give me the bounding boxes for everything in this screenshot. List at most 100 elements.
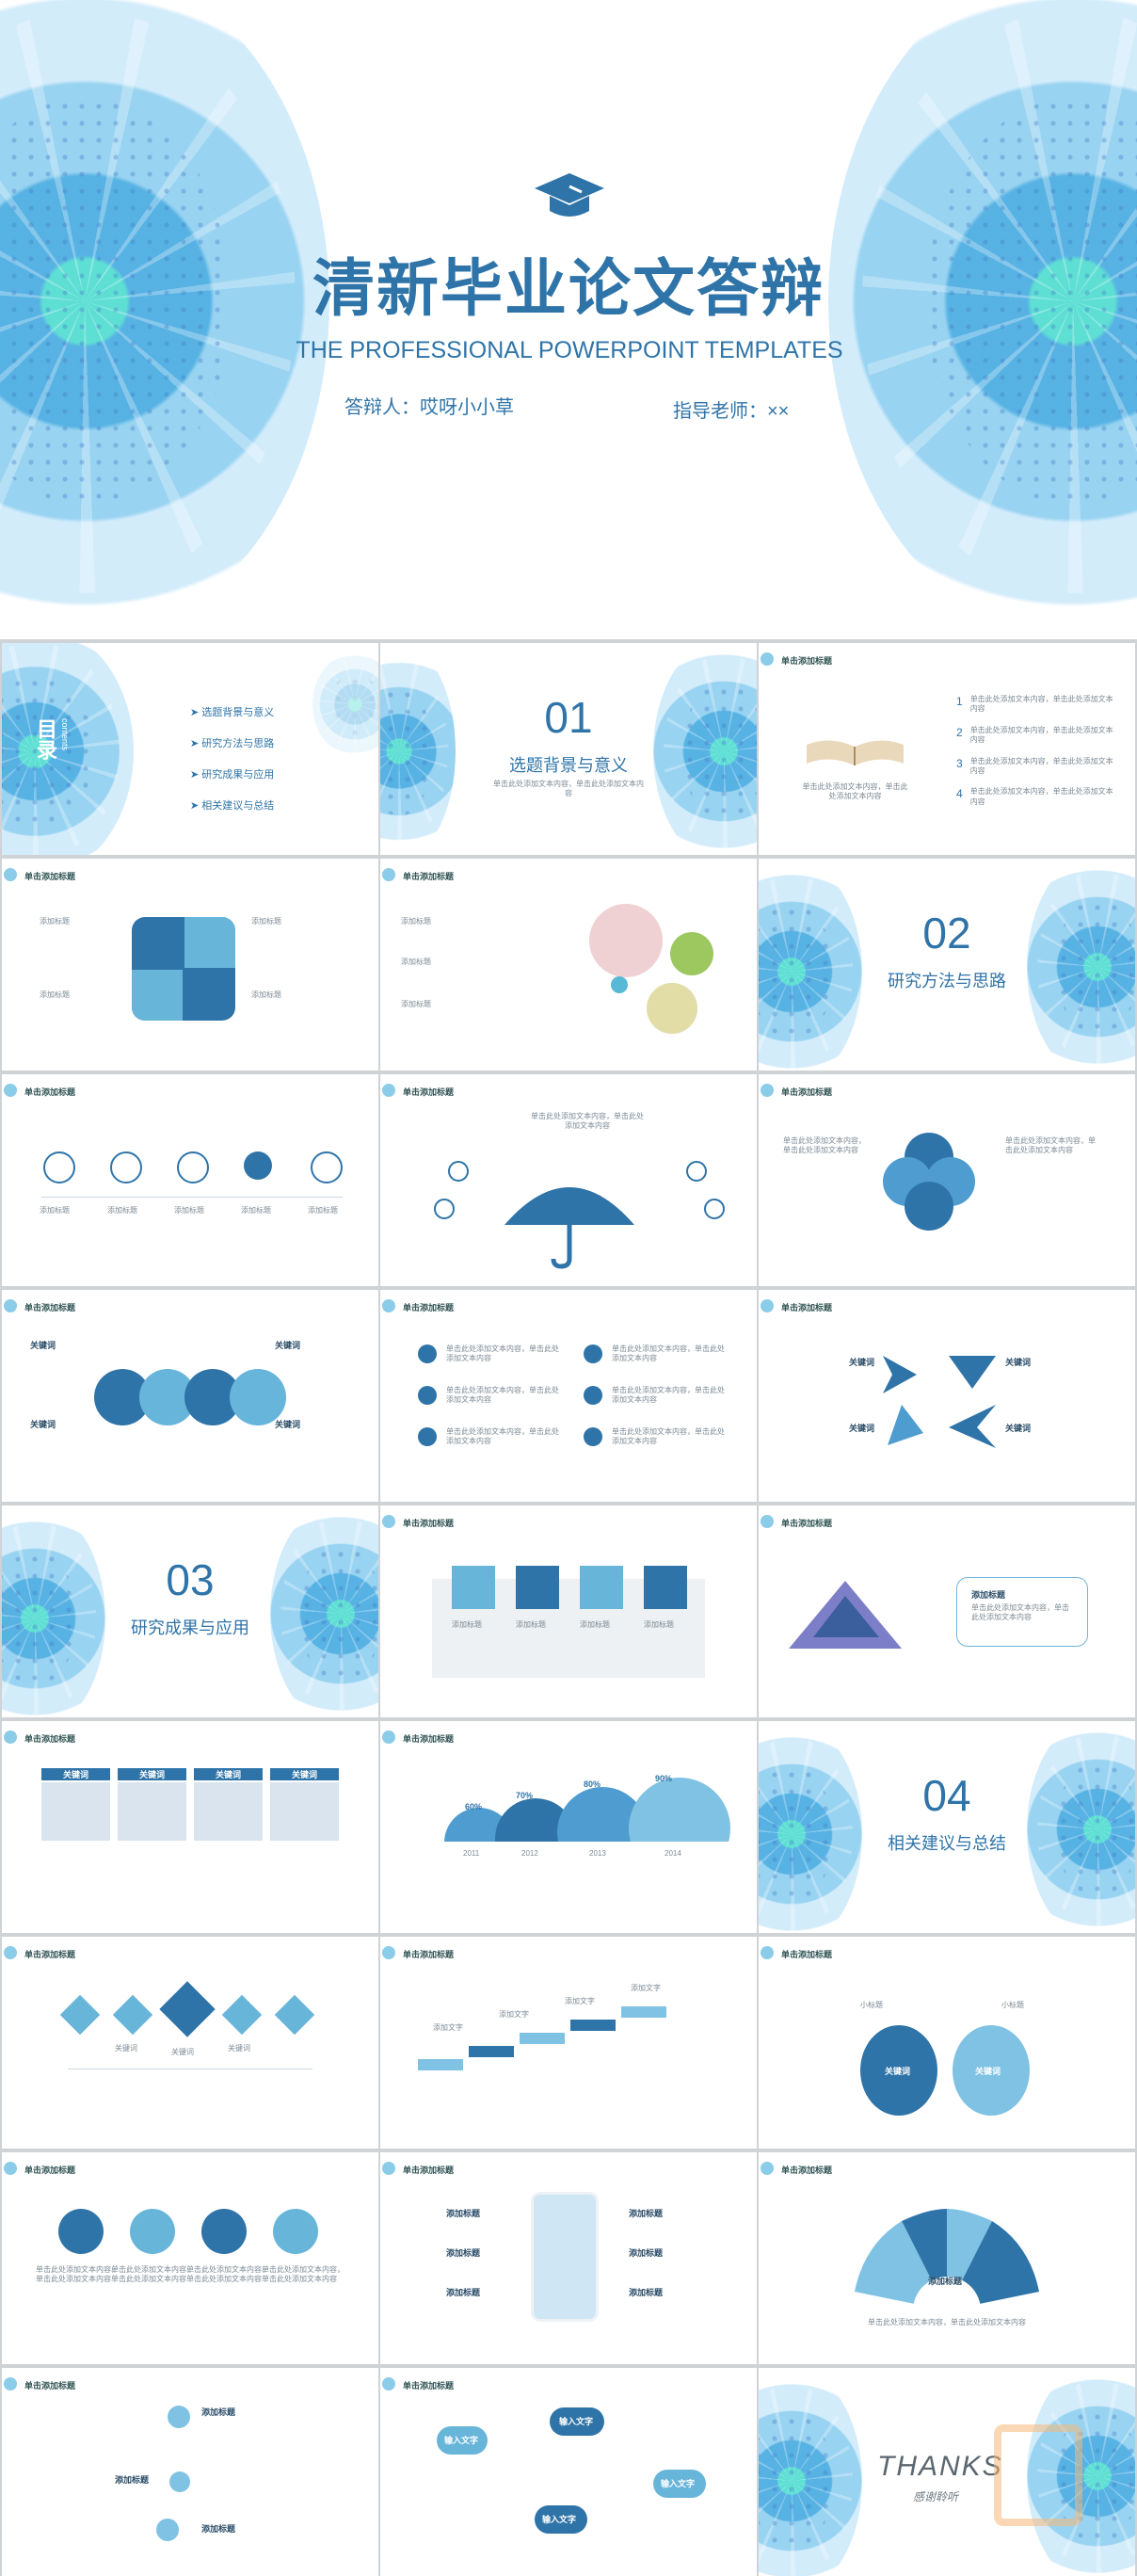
toc-item[interactable]: ➤ 研究方法与思路: [190, 735, 274, 750]
presenter-label: 答辩人：哎呀小小草: [344, 397, 514, 418]
clouds-slide[interactable]: 单击添加标题 输入文字 输入文字 输入文字 输入文字: [380, 2368, 757, 2576]
diamond: [59, 1994, 101, 2036]
photo-circles-slide[interactable]: 单击添加标题 添加标题 添加标题 添加标题: [380, 859, 757, 1071]
steps-slide[interactable]: 单击添加标题 添加文字 添加文字 添加文字 添加文字: [380, 1937, 757, 2149]
flower-timeline-slide[interactable]: 单击添加标题 添加标题 添加标题 添加标题: [2, 2368, 378, 2576]
speech-text: 单击此处添加文本内容，单击此处添加文本内容: [971, 1603, 1069, 1622]
book-icon: [801, 707, 909, 773]
keyword-label: 关键词: [849, 1424, 875, 1433]
slide-tag: 单击添加标题: [381, 868, 455, 881]
step-bar: [520, 2033, 565, 2044]
graduation-cap-icon: [533, 168, 606, 224]
section-flower-right: [1027, 1721, 1135, 1933]
box-text: 添加标题: [516, 1620, 546, 1629]
section-flower-right: [270, 1505, 378, 1717]
left-text: 单击此处添加文本内容，单击此处添加文本内容: [783, 1136, 866, 1155]
slide-tag: 单击添加标题: [760, 1515, 833, 1528]
slide-tag: 单击添加标题: [3, 1731, 76, 1744]
five-icons-slide[interactable]: 单击添加标题 添加标题 添加标题 添加标题 添加标题 添加标题: [2, 1074, 378, 1286]
list-text: 单击此处添加文本内容，单击此处添加文本内容: [612, 1427, 725, 1446]
image-box-icon: [516, 1566, 559, 1609]
keyword-label: 关键词: [30, 1420, 56, 1429]
slide-tag: 单击添加标题: [381, 1731, 455, 1744]
section-03-slide[interactable]: 03 研究成果与应用: [2, 1505, 378, 1717]
arch-mask: [380, 1842, 757, 1933]
umbrella-slide[interactable]: 单击添加标题 单击此处添加文本内容，单击此处添加文本内容: [380, 1074, 757, 1286]
triangle-slide[interactable]: 单击添加标题 添加标题 单击此处添加文本内容，单击此处添加文本内容: [759, 1505, 1135, 1717]
section-01-slide[interactable]: 01 选题背景与意义 单击此处添加文本内容，单击此处添加文本内容: [380, 643, 757, 855]
section-02-slide[interactable]: 02 研究方法与思路: [759, 859, 1135, 1071]
footprint-slide[interactable]: 单击添加标题 关键词 关键词 小标题 小标题: [759, 1937, 1135, 2149]
toc-item[interactable]: ➤ 选题背景与意义: [190, 704, 274, 719]
block-text: 添加标题: [40, 990, 70, 999]
percent-label: 60%: [465, 1802, 483, 1811]
toc-item[interactable]: ➤ 研究成果与应用: [190, 766, 274, 781]
toc-slide[interactable]: 目录 contents ➤ 选题背景与意义 ➤ 研究方法与思路 ➤ 研究成果与应…: [2, 643, 378, 855]
clover-slide[interactable]: 单击添加标题 单击此处添加文本内容，单击此处添加文本内容 单击此处添加文本内容，…: [759, 1074, 1135, 1286]
page-title: 清新毕业论文答辩: [312, 253, 825, 323]
caption: 添加标题: [40, 1206, 70, 1215]
block-text: 添加标题: [40, 917, 70, 926]
caption: 添加标题: [107, 1206, 137, 1215]
laptop-icon: [58, 2209, 104, 2254]
section-04-slide[interactable]: 04 相关建议与总结: [759, 1721, 1135, 1933]
pin-icons-slide[interactable]: 单击添加标题 单击此处添加文本内容，单击此处添加文本内容 单击此处添加文本内容，…: [2, 2152, 378, 2364]
pin-text: 单击此处添加文本内容，单击此处添加文本内容: [262, 2265, 344, 2284]
fan-caption: 单击此处添加文本内容，单击此处添加文本内容: [868, 2318, 1026, 2326]
section-number: 01: [544, 693, 593, 742]
photo-card: [194, 1782, 263, 1841]
left-flower-decoration: [0, 0, 329, 639]
photo-circle: [589, 904, 663, 977]
caption: 添加标题: [241, 1206, 271, 1215]
image-icon: [177, 1151, 209, 1183]
chain-slide[interactable]: 单击添加标题 关键词 关键词 关键词 关键词: [2, 1290, 378, 1502]
cover-slide[interactable]: 清新毕业论文答辩 THE PROFESSIONAL POWERPOINT TEM…: [0, 0, 1137, 639]
diamonds-slide[interactable]: 单击添加标题 关键词 关键词 关键词: [2, 1937, 378, 2149]
pin-text: 单击此处添加文本内容，单击此处添加文本内容: [186, 2265, 269, 2284]
year-label: 2011: [463, 1849, 480, 1858]
content-text: 添加标题: [401, 1000, 431, 1008]
small-flower: [169, 2471, 190, 2492]
image-box-icon: [580, 1566, 623, 1609]
timeline-title: 添加标题: [201, 2524, 236, 2534]
fan-diagram: [845, 2207, 1049, 2344]
percent-label: 90%: [655, 1774, 673, 1783]
percent-label: 70%: [516, 1791, 534, 1800]
book-caption: 单击此处添加文本内容，单击此处添加文本内容: [802, 782, 908, 801]
team-photos-slide[interactable]: 单击添加标题 关键词 关键词 关键词 关键词: [2, 1721, 378, 1933]
icon-grid-slide[interactable]: 单击添加标题 添加标题 添加标题 添加标题 添加标题: [2, 859, 378, 1071]
thanks-word: THANKS: [877, 2451, 1003, 2482]
caption: 添加标题: [174, 1206, 204, 1215]
slide-tag: 单击添加标题: [381, 2162, 455, 2175]
step-label: 添加文字: [499, 2010, 529, 2019]
boxes-slide[interactable]: 单击添加标题 添加标题 添加标题 添加标题 添加标题: [380, 1505, 757, 1717]
toc-title: 目录: [34, 718, 57, 760]
phone-slide[interactable]: 单击添加标题 添加标题 添加标题 添加标题 添加标题 添加标题 添加标题: [380, 2152, 757, 2364]
icon-list-slide[interactable]: 单击添加标题 单击此处添加文本内容，单击此处添加文本内容 单击此处添加文本内容，…: [380, 1290, 757, 1502]
slide-tag: 单击添加标题: [3, 1946, 76, 1959]
thanks-flower-left: [759, 2368, 862, 2576]
arrows-slide[interactable]: 单击添加标题 关键词 关键词 关键词 关键词: [759, 1290, 1135, 1502]
diamond-label: 关键词: [115, 2044, 137, 2053]
section-title: 相关建议与总结: [888, 1834, 1006, 1853]
numbered-list: 1 单击此处添加文本内容，单击此处添加文本内容 2 单击此处添加文本内容，单击此处添…: [956, 695, 1113, 806]
slide-tag: 单击添加标题: [760, 2162, 833, 2175]
list-text: 单击此处添加文本内容，单击此处添加文本内容: [612, 1386, 725, 1405]
photo-card: [118, 1782, 186, 1841]
book-slide[interactable]: 单击添加标题 单击此处添加文本内容，单击此处添加文本内容 1 单击此处添加文本内容…: [759, 643, 1135, 855]
footprint-label: 关键词: [885, 2067, 911, 2076]
arch-chart-slide[interactable]: 单击添加标题 60% 70% 80% 90% 2011 2012 2013 20…: [380, 1721, 757, 1933]
toc-item[interactable]: ➤ 相关建议与总结: [190, 797, 274, 813]
slide-tag: 单击添加标题: [381, 1515, 455, 1528]
phone-mockup: [531, 2192, 599, 2322]
image-box-icon: [452, 1566, 495, 1609]
section-flower-left: [759, 1721, 862, 1933]
small-flower: [168, 2406, 190, 2428]
card-label: 关键词: [270, 1768, 339, 1780]
thanks-slide[interactable]: THANKS 感谢聆听: [759, 2368, 1135, 2576]
photo-circle: [647, 983, 697, 1034]
fan-slide[interactable]: 单击添加标题 添加标题 单击此处添加文本内容，单击此处添加文本内容: [759, 2152, 1135, 2364]
grid-block-light: [184, 917, 235, 968]
cloud-label: 输入文字: [559, 2417, 594, 2426]
list-text: 单击此处添加文本内容，单击此处添加文本内容: [612, 1344, 725, 1363]
